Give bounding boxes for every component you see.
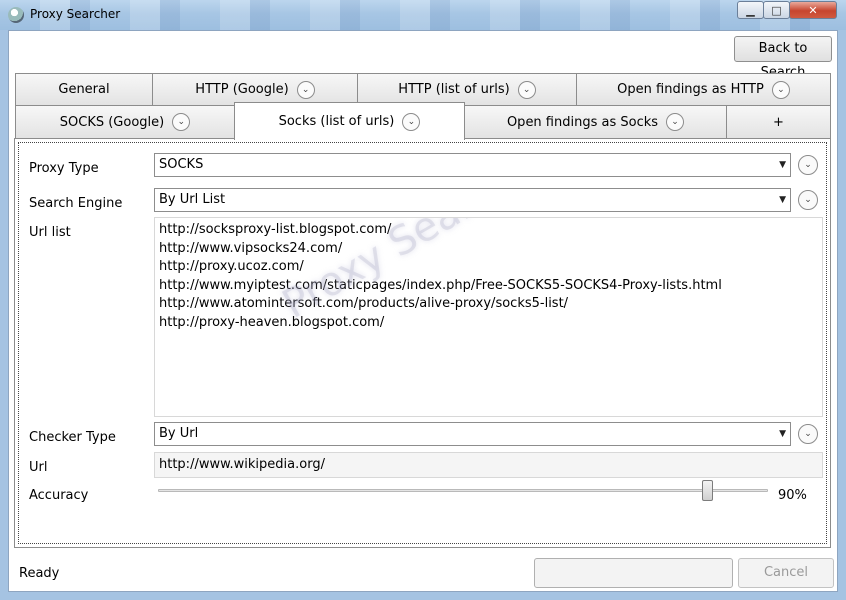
- window-title: Proxy Searcher: [30, 7, 121, 21]
- tab-add[interactable]: +: [726, 105, 831, 139]
- plus-icon: +: [773, 114, 784, 130]
- checker-type-select[interactable]: By Url ▼: [154, 422, 791, 446]
- url-list-line: http://www.myiptest.com/staticpages/inde…: [159, 277, 722, 293]
- proxy-type-select[interactable]: SOCKS ▼: [154, 153, 791, 177]
- url-list-line: http://socksproxy-list.blogspot.com/: [159, 222, 392, 237]
- tab-label: Open findings as HTTP: [617, 82, 764, 97]
- back-to-search-button[interactable]: Back to Search: [734, 36, 832, 80]
- tab-label: SOCKS (Google): [59, 114, 165, 130]
- chevron-down-icon[interactable]: ⌄: [172, 113, 191, 131]
- dropdown-arrow-icon: ▼: [779, 429, 786, 439]
- chevron-down-icon[interactable]: ⌄: [517, 80, 536, 99]
- proxy-type-value: SOCKS: [159, 157, 204, 172]
- url-input[interactable]: http://www.wikipedia.org/: [154, 452, 823, 478]
- maximize-button[interactable]: □: [763, 1, 790, 19]
- tab-label: General: [58, 82, 110, 97]
- chevron-down-icon[interactable]: ⌄: [402, 112, 421, 131]
- chevron-down-icon[interactable]: ⌄: [798, 424, 818, 444]
- tab-label: Open findings as Socks: [506, 114, 659, 130]
- url-list-textarea[interactable]: http://socksproxy-list.blogspot.com/ htt…: [154, 217, 823, 417]
- search-engine-select[interactable]: By Url List ▼: [154, 188, 791, 212]
- cancel-button[interactable]: Cancel: [738, 558, 834, 588]
- app-globe-icon: [8, 7, 24, 23]
- chevron-down-icon[interactable]: ⌄: [771, 80, 790, 99]
- tab-socks-list-of-urls[interactable]: Socks (list of urls) ⌄: [234, 102, 465, 140]
- chevron-down-icon[interactable]: ⌄: [666, 113, 685, 131]
- close-button[interactable]: ✕: [789, 1, 837, 19]
- status-text: Ready: [19, 566, 60, 581]
- url-list-line: http://www.atomintersoft.com/products/al…: [159, 296, 569, 311]
- title-bar-background: [0, 0, 846, 30]
- title-bar: Proxy Searcher ▁ □ ✕: [0, 0, 846, 30]
- tab-content-panel: Proxy Type SOCKS ▼ ⌄ Search Engine By Ur…: [14, 138, 831, 548]
- tab-label: HTTP (Google): [195, 82, 289, 97]
- search-engine-label: Search Engine: [29, 196, 123, 211]
- url-list-label: Url list: [29, 225, 71, 240]
- tab-general[interactable]: General: [15, 73, 153, 106]
- search-engine-value: By Url List: [159, 192, 226, 207]
- url-label: Url: [29, 460, 48, 475]
- tab-socks-google[interactable]: SOCKS (Google) ⌄: [15, 105, 235, 139]
- accuracy-slider-thumb[interactable]: [701, 480, 713, 501]
- url-list-line: http://www.vipsocks24.com/: [159, 240, 343, 256]
- minimize-button[interactable]: ▁: [737, 1, 764, 19]
- checker-type-value: By Url: [159, 426, 199, 441]
- accuracy-label: Accuracy: [29, 488, 89, 503]
- url-list-line: http://proxy-heaven.blogspot.com/: [159, 314, 385, 330]
- accuracy-slider-track[interactable]: [158, 489, 768, 492]
- progress-bar: [534, 558, 733, 588]
- tab-label: Socks (list of urls): [278, 114, 395, 129]
- accuracy-value: 90%: [778, 488, 807, 503]
- checker-type-label: Checker Type: [29, 430, 116, 445]
- dropdown-arrow-icon: ▼: [779, 160, 786, 170]
- proxy-type-label: Proxy Type: [29, 161, 99, 176]
- chevron-down-icon[interactable]: ⌄: [798, 155, 818, 175]
- tab-open-findings-http[interactable]: Open findings as HTTP ⌄: [576, 73, 831, 106]
- tab-open-findings-socks[interactable]: Open findings as Socks ⌄: [464, 105, 727, 139]
- dropdown-arrow-icon: ▼: [779, 195, 786, 205]
- url-list-line: http://proxy.ucoz.com/: [159, 259, 304, 274]
- chevron-down-icon[interactable]: ⌄: [798, 190, 818, 210]
- client-area: Back to Search General HTTP (Google) ⌄ H…: [8, 30, 838, 592]
- chevron-down-icon[interactable]: ⌄: [296, 80, 315, 99]
- tab-label: HTTP (list of urls): [398, 82, 510, 97]
